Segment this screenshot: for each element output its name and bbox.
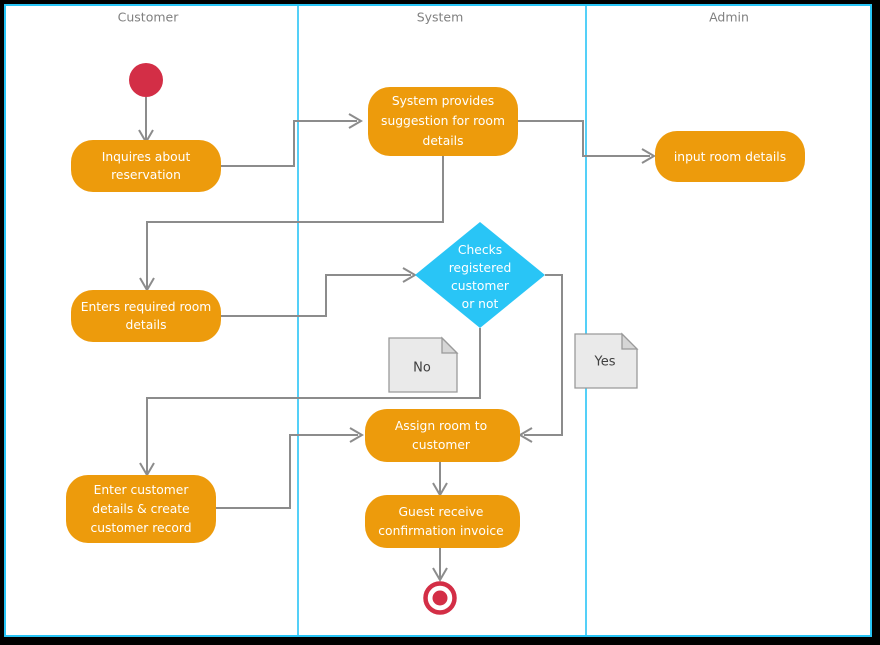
edge-inquires-to-suggestion xyxy=(221,120,357,167)
edge-enters-room-to-check xyxy=(221,274,411,317)
edge-check-yes-to-assign-room xyxy=(524,274,563,436)
lane-title-customer: Customer xyxy=(118,10,180,25)
node-guest-receive-confirmation-invoice[interactable]: Guest receive confirmation invoice xyxy=(365,495,520,548)
activity-shape xyxy=(365,409,520,462)
note-yes: Yes xyxy=(574,332,639,389)
node-label-line-1: Checks xyxy=(458,243,502,257)
diagram-canvas: Customer System Admin Inquires about res… xyxy=(0,0,880,645)
node-checks-registered-customer[interactable]: Checks registered customer or not xyxy=(415,222,545,328)
decision-shape xyxy=(415,222,545,328)
node-label-line-1: Enters required room xyxy=(81,300,212,314)
note-label: Yes xyxy=(594,355,616,370)
node-inquires-about-reservation[interactable]: Inquires about reservation xyxy=(71,140,221,192)
activity-shape xyxy=(71,140,221,192)
node-label-line-2: suggestion for room xyxy=(381,114,505,128)
node-enters-required-room-details[interactable]: Enters required room details xyxy=(71,290,221,342)
edge-suggestion-to-input-room xyxy=(518,120,650,157)
node-label-line-2: registered xyxy=(449,261,512,275)
note-fold-corner xyxy=(621,332,639,350)
activity-shape xyxy=(365,495,520,548)
edge-enter-customer-to-assign-room xyxy=(216,434,358,509)
node-enter-customer-details[interactable]: Enter customer details & create customer… xyxy=(66,475,216,543)
node-label-line-2: confirmation invoice xyxy=(378,524,503,538)
node-label-line-3: customer xyxy=(451,279,510,293)
node-label-line-1: Guest receive xyxy=(399,505,484,519)
node-label-line-4: or not xyxy=(462,297,499,311)
node-label-line-1: System provides xyxy=(392,94,494,108)
lane-title-system: System xyxy=(417,10,464,25)
activity-shape xyxy=(71,290,221,342)
end-node-core xyxy=(432,590,448,606)
note-fold-corner xyxy=(441,336,459,354)
node-label-line-2: customer xyxy=(412,438,471,452)
node-label-line-3: customer record xyxy=(90,521,191,535)
node-label-line-2: details & create xyxy=(92,502,189,516)
node-start[interactable] xyxy=(129,63,163,97)
node-label-line-1: Enter customer xyxy=(94,483,190,497)
node-system-provides-suggestion[interactable]: System provides suggestion for room deta… xyxy=(368,87,518,156)
node-label-line-1: Assign room to xyxy=(395,419,487,433)
node-label-line-2: details xyxy=(126,318,167,332)
note-no: No xyxy=(388,336,459,393)
node-input-room-details[interactable]: input room details xyxy=(655,131,805,182)
lane-title-admin: Admin xyxy=(709,10,749,25)
node-label-line-1: input room details xyxy=(674,150,786,164)
node-label-line-3: details xyxy=(423,134,464,148)
start-node-circle xyxy=(129,63,163,97)
node-label-line-2: reservation xyxy=(111,168,181,182)
node-end[interactable] xyxy=(423,581,457,615)
swimlane-flowchart: Customer System Admin Inquires about res… xyxy=(66,6,805,635)
node-label-line-1: Inquires about xyxy=(102,150,191,164)
node-assign-room-to-customer[interactable]: Assign room to customer xyxy=(365,409,520,462)
note-label: No xyxy=(413,361,431,376)
